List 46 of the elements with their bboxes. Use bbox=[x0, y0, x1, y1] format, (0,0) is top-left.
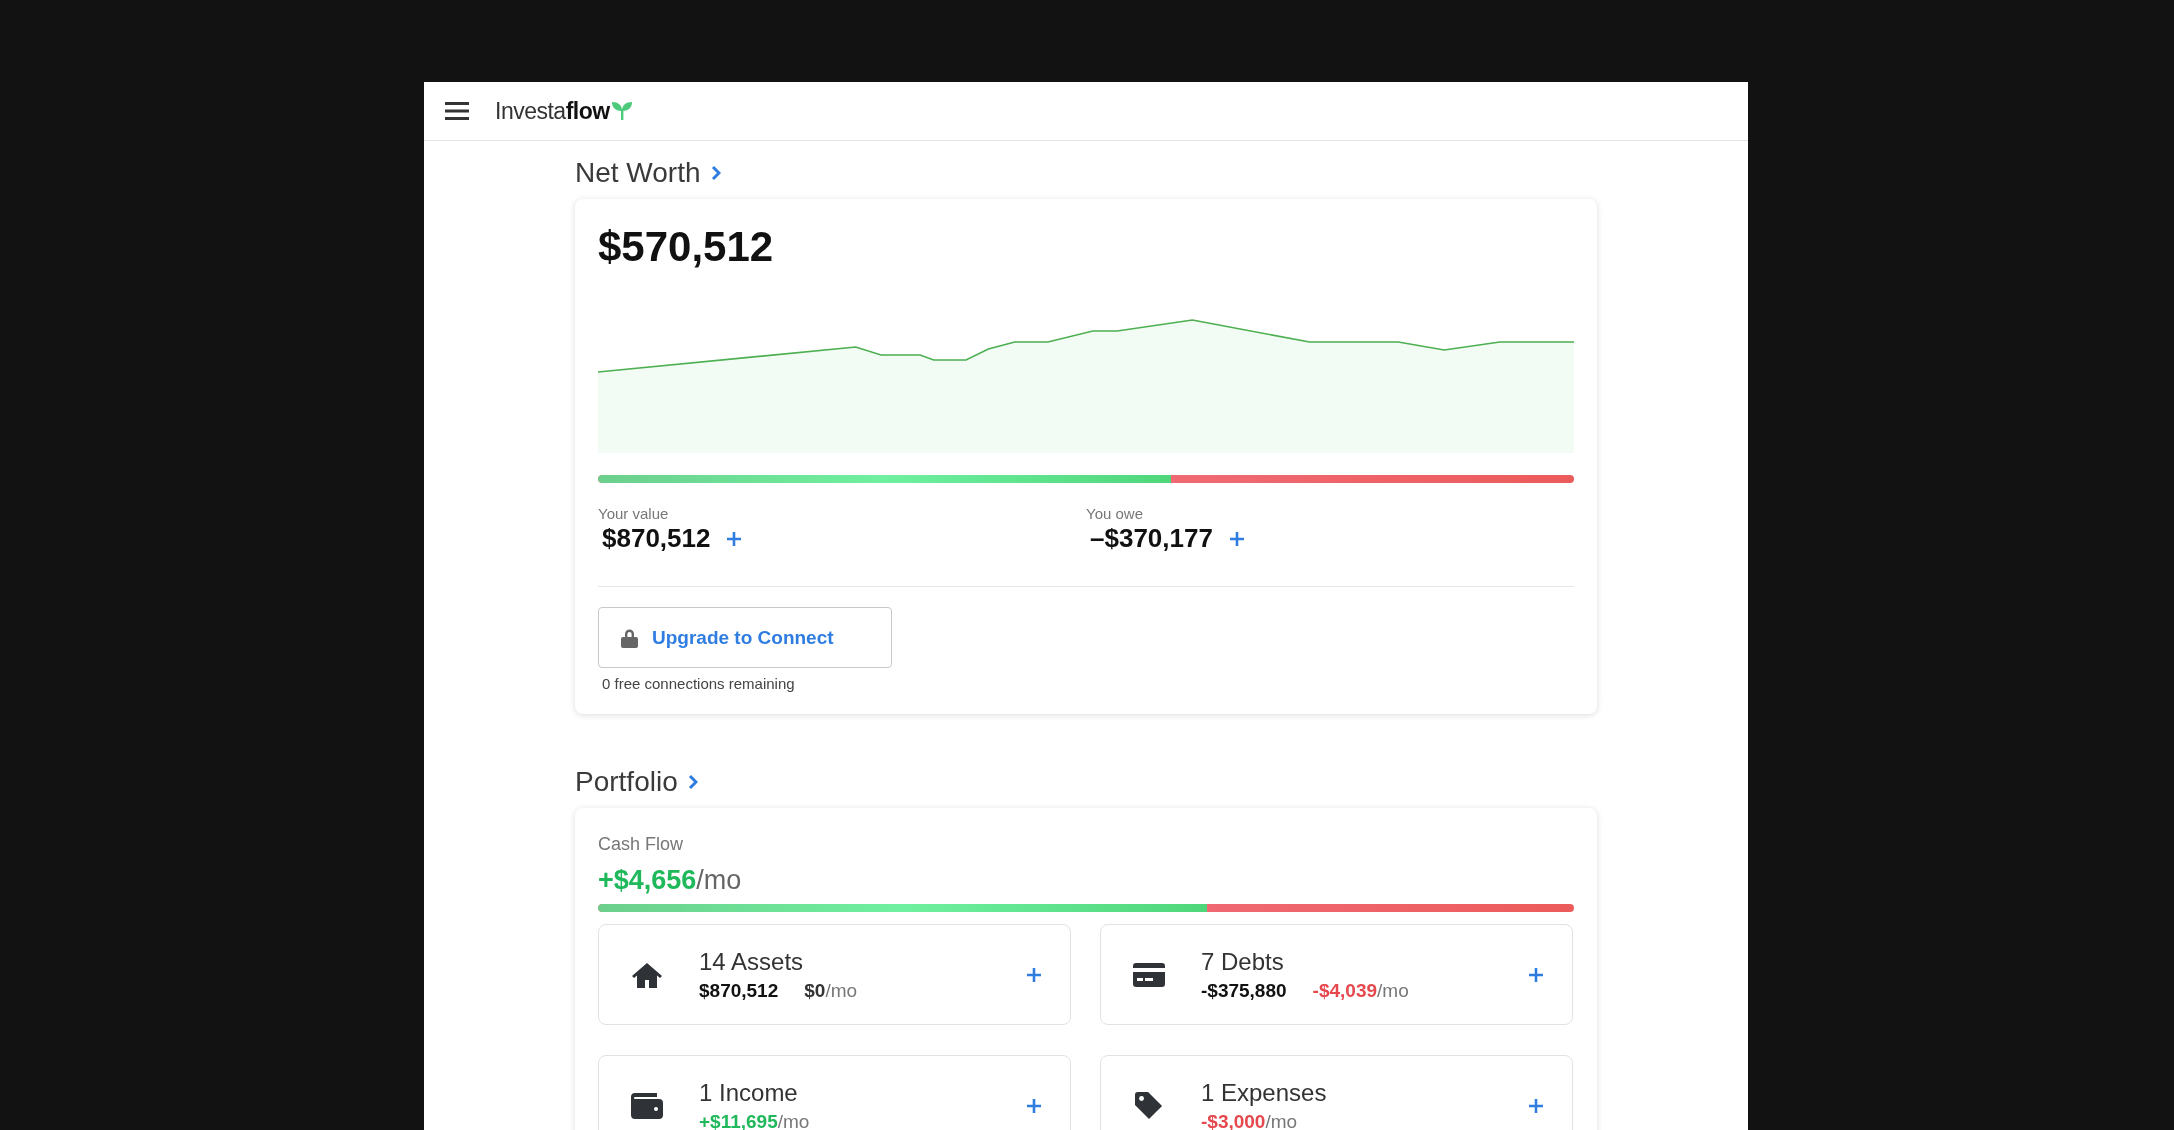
chevron-right-icon[interactable] bbox=[687, 774, 698, 790]
category-card[interactable]: 14 Assets $870,512 $0/mo bbox=[598, 924, 1071, 1025]
unit-label: /mo bbox=[825, 979, 858, 1002]
category-card[interactable]: 1 Income +$11,695/mo bbox=[598, 1055, 1071, 1130]
category-title: 14 Assets bbox=[699, 947, 805, 976]
sprout-icon bbox=[611, 102, 632, 120]
unit-label: /mo bbox=[696, 865, 742, 896]
plus-icon[interactable] bbox=[1528, 966, 1544, 983]
monthly-amount: -$3,000 bbox=[1201, 1110, 1266, 1130]
plus-icon[interactable] bbox=[1528, 1097, 1544, 1114]
category-amount: $870,512 bbox=[699, 979, 779, 1002]
logo-wordmark[interactable]: Investaflow bbox=[495, 97, 610, 125]
plus-icon[interactable] bbox=[1026, 1097, 1042, 1114]
lock-icon bbox=[621, 627, 638, 648]
owe-label: You owe bbox=[1086, 505, 1144, 522]
cash-flow-amount: +$4,656 bbox=[598, 865, 697, 896]
unit-label: /mo bbox=[1265, 1110, 1298, 1130]
owe-amount: –$370,177 bbox=[1090, 523, 1213, 554]
monthly-amount: -$4,039 bbox=[1312, 979, 1378, 1002]
connections-note: 0 free connections remaining bbox=[602, 675, 796, 692]
monthly-amount: +$11,695 bbox=[699, 1110, 778, 1130]
category-title: 7 Debts bbox=[1201, 947, 1285, 976]
category-title: 1 Expenses bbox=[1201, 1078, 1328, 1107]
category-amount: -$375,880 bbox=[1201, 979, 1287, 1002]
upgrade-button[interactable]: Upgrade to Connect bbox=[598, 607, 892, 668]
monthly-amount: $0 bbox=[804, 979, 826, 1002]
category-title: 1 Income bbox=[699, 1078, 799, 1107]
plus-icon[interactable] bbox=[726, 530, 743, 547]
net-worth-total: $570,512 bbox=[598, 223, 775, 271]
value-amount: $870,512 bbox=[602, 523, 711, 554]
plus-icon[interactable] bbox=[1026, 966, 1042, 983]
menu-icon[interactable] bbox=[445, 101, 469, 121]
category-card[interactable]: 7 Debts -$375,880 -$4,039/mo bbox=[1100, 924, 1573, 1025]
cash-flow-label: Cash Flow bbox=[598, 834, 685, 855]
house-icon bbox=[631, 960, 663, 989]
value-label: Your value bbox=[598, 505, 670, 522]
plus-icon[interactable] bbox=[1228, 530, 1245, 547]
wallet-icon bbox=[631, 1091, 663, 1120]
tag-icon bbox=[1133, 1091, 1165, 1120]
credit-card-icon bbox=[1133, 960, 1165, 989]
unit-label: /mo bbox=[1377, 979, 1409, 1002]
section-title: Net Worth bbox=[575, 157, 701, 189]
section-title: Portfolio bbox=[575, 766, 678, 798]
chevron-right-icon[interactable] bbox=[710, 165, 721, 181]
unit-label: /mo bbox=[777, 1110, 810, 1130]
category-card[interactable]: 1 Expenses -$3,000/mo bbox=[1100, 1055, 1573, 1130]
